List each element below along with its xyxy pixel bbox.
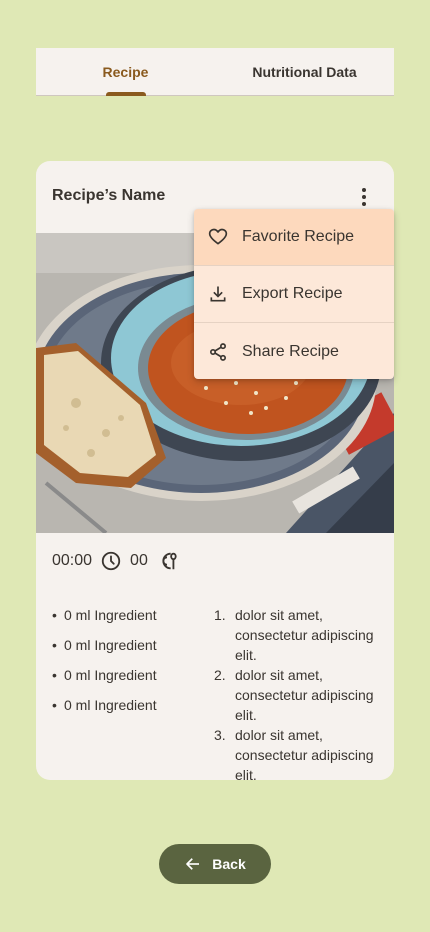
step-number: 3. [214,727,226,743]
clock-icon [101,551,121,571]
tab-indicator [105,92,146,96]
ingredient-item: 0 ml Ingredient [52,635,202,655]
serving-icon [162,552,177,570]
ingredient-item: 0 ml Ingredient [52,605,202,625]
share-icon [210,342,226,361]
tab-recipe-label: Recipe [102,63,149,80]
step-item: 2. dolor sit amet, consectetur adipiscin… [214,665,384,725]
heart-icon [208,228,228,245]
cook-time: 00:00 [52,552,93,569]
step-text: dolor sit amet, consectetur adipiscing e… [235,607,374,663]
recipe-name: Recipe’s Name [52,187,166,204]
step-item: 1. dolor sit amet, consectetur adipiscin… [214,605,384,665]
step-item: 3. dolor sit amet, consectetur adipiscin… [214,725,384,780]
menu-item-label: Export Recipe [242,285,343,302]
tab-recipe[interactable]: Recipe [36,48,215,96]
menu-item-label: Share Recipe [242,342,339,360]
step-text: dolor sit amet, consectetur adipiscing e… [235,667,374,723]
step-number: 1. [214,607,226,623]
tab-nutritional-data[interactable]: Nutritional Data [215,48,394,95]
tab-bar: Recipe Nutritional Data [36,48,394,96]
step-text: dolor sit amet, consectetur adipiscing e… [235,727,374,780]
menu-item-export[interactable]: Export Recipe [194,266,394,323]
servings-count: 00 [130,552,148,569]
arrow-back-icon [186,858,200,870]
ingredient-item: 0 ml Ingredient [52,665,202,685]
back-button[interactable]: Back [159,844,271,884]
download-icon [210,286,226,302]
tab-nutritional-data-label: Nutritional Data [252,63,357,80]
recipe-meta: 00:00 00 [52,549,178,573]
more-vert-icon[interactable] [352,185,376,209]
menu-item-label: Favorite Recipe [242,228,355,245]
menu-item-favorite[interactable]: Favorite Recipe [194,209,394,266]
recipe-options-menu: Favorite Recipe Export Recipe Share Reci… [194,209,394,379]
menu-item-share[interactable]: Share Recipe [194,323,394,379]
back-button-label: Back [212,856,246,872]
ingredient-item: 0 ml Ingredient [52,695,202,715]
step-number: 2. [214,667,226,683]
steps-list: 1. dolor sit amet, consectetur adipiscin… [214,605,384,780]
ingredients-list: 0 ml Ingredient 0 ml Ingredient 0 ml Ing… [52,605,202,725]
